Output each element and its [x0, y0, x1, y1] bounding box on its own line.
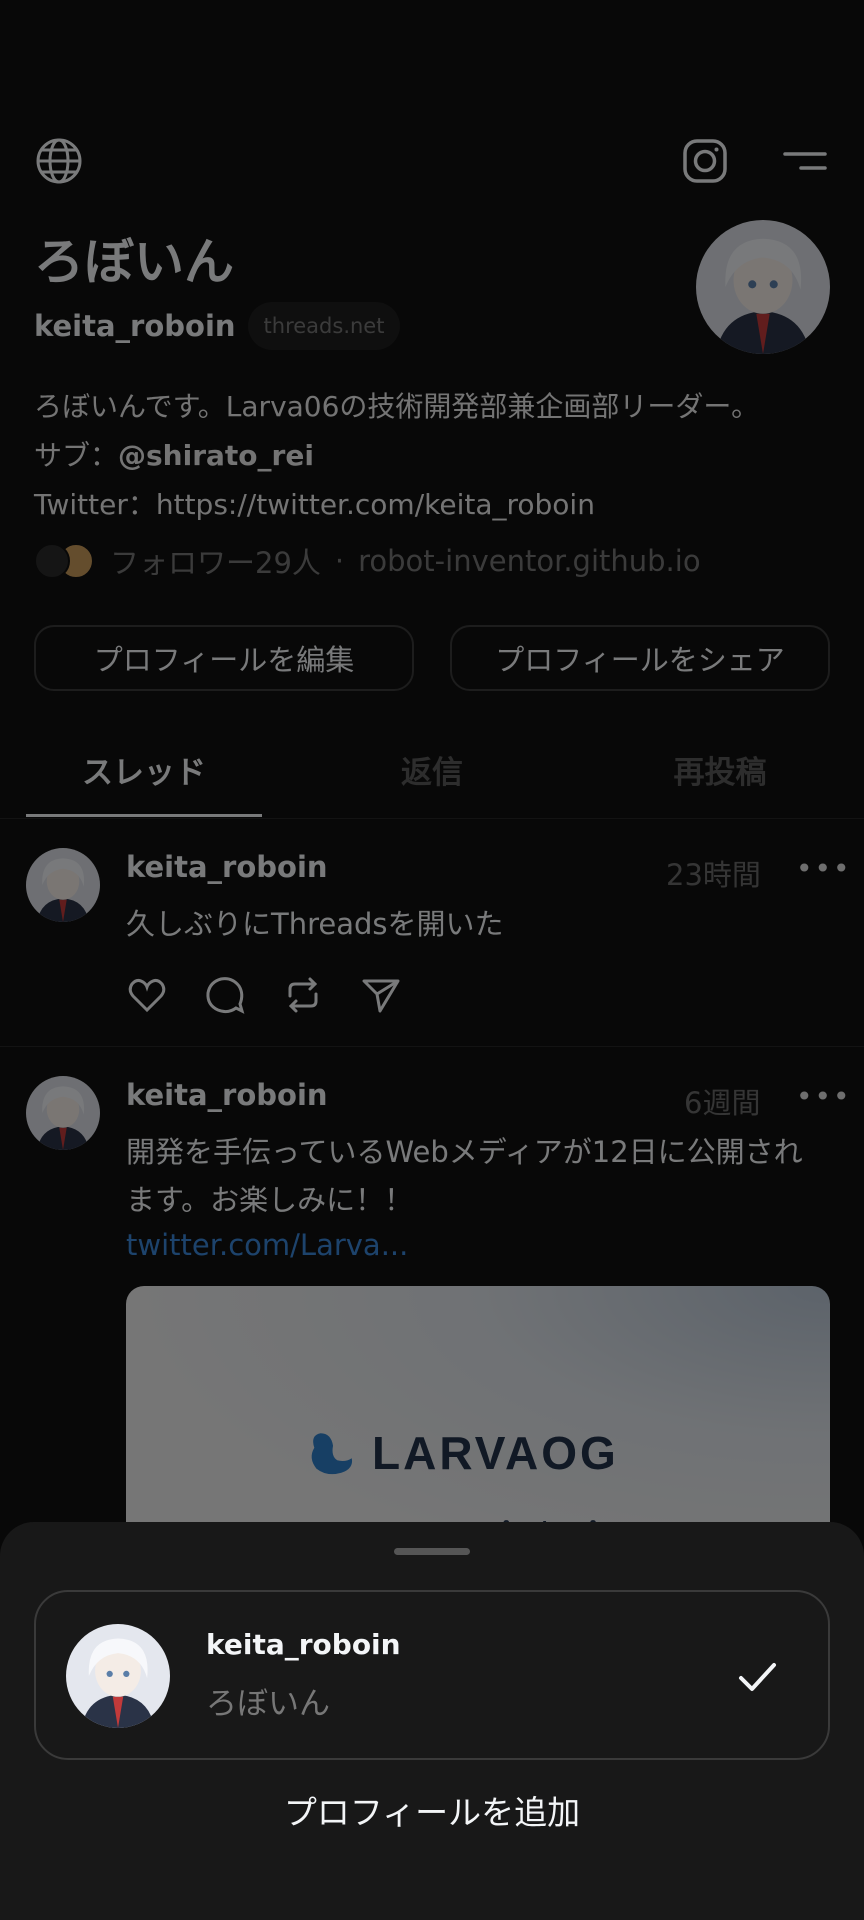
menu-icon[interactable] [780, 136, 830, 186]
send-icon[interactable] [360, 974, 402, 1020]
add-profile-button[interactable]: プロフィールを追加 [0, 1786, 864, 1834]
post-divider [0, 1046, 864, 1047]
heart-icon[interactable] [126, 974, 168, 1020]
active-tab-indicator [26, 814, 262, 817]
sheet-handle[interactable] [394, 1548, 470, 1555]
handle-row: keita_roboin threads.net [34, 302, 401, 350]
bio-line-1: ろぼいんです。Larva06の技術開発部兼企画部リーダー。 [34, 390, 760, 423]
instagram-icon[interactable] [680, 136, 730, 186]
tab-threads[interactable]: スレッド [0, 720, 288, 818]
account-row[interactable]: keita_roboin ろぼいん [34, 1590, 830, 1760]
check-icon [732, 1652, 782, 1702]
separator: · [334, 544, 345, 578]
larva-logo: LARVAOG [306, 1426, 619, 1480]
follower-avatar [34, 543, 70, 579]
account-avatar [66, 1624, 170, 1728]
post-time: 6週間 [684, 1086, 761, 1120]
comment-icon[interactable] [204, 974, 246, 1020]
post-time: 23時間 [666, 858, 761, 892]
post-username[interactable]: keita_roboin [126, 1078, 328, 1112]
profile-name: ろぼいん [34, 233, 234, 291]
followers-row: フォロワー29人 · robot-inventor.github.io [34, 540, 701, 582]
website-link[interactable]: robot-inventor.github.io [358, 544, 700, 578]
tab-replies[interactable]: 返信 [288, 720, 576, 818]
account-switcher-sheet: keita_roboin ろぼいん プロフィールを追加 [0, 1522, 864, 1920]
repost-icon[interactable] [282, 974, 324, 1020]
globe-icon[interactable] [34, 136, 84, 186]
logo-text: LARVAOG [372, 1427, 619, 1479]
post-avatar[interactable] [26, 848, 100, 922]
account-name: ろぼいん [206, 1686, 330, 1722]
bio-sub-label: サブ： [34, 439, 119, 472]
profile-avatar[interactable] [696, 220, 830, 354]
post-username[interactable]: keita_roboin [126, 850, 328, 884]
followers-count[interactable]: フォロワー29人 [110, 540, 321, 582]
bio-line-3[interactable]: Twitter：https://twitter.com/keita_roboin [34, 480, 834, 529]
post-text: 久しぶりにThreadsを開いた [126, 907, 504, 941]
more-options-icon[interactable]: ••• [796, 852, 852, 885]
profile-bio: ろぼいんです。Larva06の技術開発部兼企画部リーダー。 サブ：@shirat… [34, 382, 834, 529]
domain-pill[interactable]: threads.net [247, 302, 401, 350]
account-handle: keita_roboin [206, 1628, 401, 1661]
bio-line-2: サブ：@shirato_rei [34, 431, 834, 480]
tab-reposts[interactable]: 再投稿 [576, 720, 864, 818]
more-options-icon[interactable]: ••• [796, 1080, 852, 1113]
post-avatar[interactable] [26, 1076, 100, 1150]
mention-link[interactable]: @shirato_rei [118, 439, 314, 472]
post-text: 開発を手伝っているWebメディアが12日に公開されます。お楽しみに！！ [126, 1135, 803, 1217]
share-profile-button[interactable]: プロフィールをシェア [450, 625, 830, 691]
profile-tabs: スレッド 返信 再投稿 [0, 720, 864, 819]
profile-handle: keita_roboin [34, 309, 236, 343]
post-actions [126, 974, 402, 1020]
edit-profile-button[interactable]: プロフィールを編集 [34, 625, 414, 691]
profile-page: ろぼいん keita_roboin threads.net ろぼいんです。Lar… [0, 0, 864, 1920]
post-link[interactable]: twitter.com/Larva... [126, 1228, 408, 1262]
